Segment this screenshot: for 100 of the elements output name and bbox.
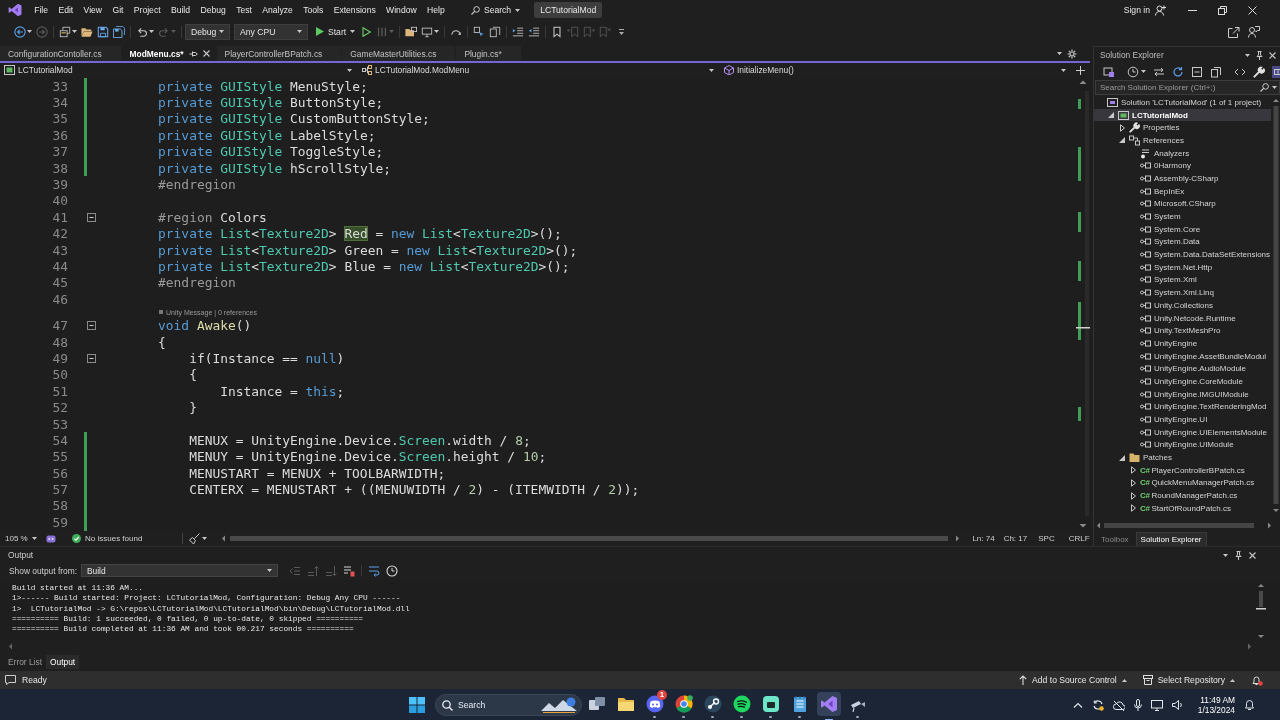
tree-item[interactable]: C# PlayerControllerBPatch.cs [1094,463,1271,477]
tree-item[interactable]: Unity.Collections [1094,299,1271,312]
tree-item[interactable]: BepInEx [1094,184,1271,198]
tree-item[interactable]: System.Data [1094,235,1271,249]
collapse-box-icon[interactable] [87,321,96,331]
search-icon[interactable] [1260,83,1269,92]
tree-item[interactable]: System.Xml [1094,273,1271,287]
outdent-icon[interactable] [528,25,541,38]
folder-window-icon[interactable] [405,25,418,38]
person-plus-icon[interactable] [1155,4,1166,16]
caret-down-icon[interactable] [1057,52,1062,55]
overlapping-windows-icon[interactable] [587,694,606,713]
cursor-column-indicator[interactable]: Ch: 17 [1003,534,1028,543]
open-folder-icon[interactable] [81,25,93,38]
corner-triangle-icon[interactable] [1108,112,1114,119]
clock-icon[interactable] [385,564,398,577]
four-squares-icon[interactable] [408,696,426,714]
zoom-dropdown[interactable]: 105 % [0,534,40,543]
search-field[interactable]: Search Solution Explorer (Ctrl+;) [1095,80,1280,95]
documents-icon[interactable] [489,25,502,38]
horizontal-scrollbar[interactable] [1096,521,1274,530]
select-repository-button[interactable]: Select Repository [1142,675,1235,685]
caret-down-icon[interactable] [1272,86,1277,89]
window-switch-icon[interactable] [1103,65,1115,78]
tree-item[interactable]: Solution 'LCTutorialMod' (1 of 1 project) [1094,96,1271,109]
tree-item[interactable]: UnityEngine.AudioModule [1094,362,1271,376]
segmented-circle-icon[interactable] [674,694,693,713]
caret-down-icon[interactable] [32,537,37,540]
clock-button[interactable]: 11:49 AM 1/13/2024 [1197,695,1235,715]
sign-in-button[interactable]: Sign in [1123,5,1150,15]
stacked-windows-icon[interactable] [59,25,71,38]
caret-up-icon[interactable] [1121,678,1127,682]
indent-icon[interactable] [512,25,525,38]
tree-item[interactable]: UnityEngine.CoreModule [1094,375,1271,388]
menu-item[interactable]: Build [165,2,196,18]
collapse-box-icon[interactable] [87,212,96,222]
caret-down-icon[interactable] [350,30,356,33]
horizontal-scrollbar[interactable] [221,534,962,543]
triangle-right-icon[interactable] [1119,123,1125,132]
panel-tab[interactable]: Toolbox [1097,533,1133,546]
repository-icon[interactable] [1142,675,1153,685]
person-speech-icon[interactable] [1248,25,1260,38]
triangle-right-icon[interactable] [1130,504,1136,513]
document-tab[interactable]: Plugin.cs* [456,46,521,61]
menu-item[interactable]: View [78,2,108,18]
triangle-right-icon[interactable] [1130,466,1136,475]
project-box-icon[interactable] [4,65,15,75]
caret-down-icon[interactable] [1061,68,1066,72]
collapse-box-icon[interactable] [87,353,96,363]
tree-item[interactable]: Microsoft.CSharp [1094,197,1271,211]
wrap-arrows-icon[interactable] [367,564,380,577]
floppy-disks-icon[interactable] [113,25,125,38]
tree-item[interactable]: Properties [1094,121,1271,135]
close-icon[interactable] [1249,551,1256,559]
menu-item[interactable]: Edit [53,2,79,18]
taskbar-search-box[interactable]: Search [435,694,582,716]
eraser-lines-icon[interactable] [342,564,355,577]
speaker-icon[interactable] [1171,700,1183,710]
tree-item[interactable]: Unity.Netcode.Runtime [1094,311,1271,325]
caret-down-icon[interactable] [515,8,521,12]
caret-down-icon[interactable] [72,30,77,33]
menu-item[interactable]: Test [230,2,258,18]
play-icon[interactable] [316,27,324,36]
configuration-dropdown[interactable]: Debug [185,23,230,40]
caret-down-icon[interactable] [709,68,714,72]
broom-icon[interactable] [189,533,201,544]
notification-bell-icon[interactable] [1244,699,1255,711]
tree-item[interactable]: C# RoundManagerPatch.cs [1094,489,1271,502]
search-icon[interactable] [442,699,453,711]
caret-down-icon[interactable] [149,30,154,33]
menu-item[interactable]: Debug [195,2,231,18]
wrench-icon[interactable] [1253,65,1265,78]
caret-down-icon[interactable] [1223,553,1228,557]
project-dropdown[interactable]: LCTutorialMod [0,63,358,77]
tree-item[interactable]: System.Core [1094,222,1271,236]
caret-down-icon[interactable] [297,30,302,33]
tree-item[interactable]: 0Harmony [1094,159,1271,173]
monitor-icon[interactable] [1150,699,1163,711]
cursor-box-icon[interactable] [473,25,486,38]
pin-icon[interactable] [1256,50,1263,60]
tree-item[interactable]: Assembly-CSharp [1094,172,1271,185]
bookmark-icon[interactable] [551,25,564,38]
caret-down-icon[interactable] [1141,70,1146,73]
collapse-box-icon[interactable] [1191,65,1203,78]
type-dropdown[interactable]: LCTutorialMod.ModMenu [358,63,720,77]
menu-item[interactable]: Analyze [257,2,299,18]
caret-up-icon[interactable] [1230,678,1235,682]
tree-item[interactable]: System.Xml.Linq [1094,286,1271,299]
caret-down-icon[interactable] [27,30,32,33]
issues-indicator[interactable]: No issues found [72,534,143,543]
tree-item[interactable]: UnityEngine.TextRenderingMod [1094,400,1271,414]
close-icon[interactable] [1248,5,1257,15]
monitor-icon[interactable] [421,25,434,38]
corner-triangle-icon[interactable] [1119,137,1125,144]
close-icon[interactable] [202,50,210,57]
pin-icon[interactable] [1235,550,1242,560]
preview-pane-icon[interactable] [1272,65,1280,78]
tree-item[interactable]: UnityEngine [1094,337,1271,350]
menu-item[interactable]: Help [421,2,450,18]
menu-item[interactable]: Window [380,2,422,18]
